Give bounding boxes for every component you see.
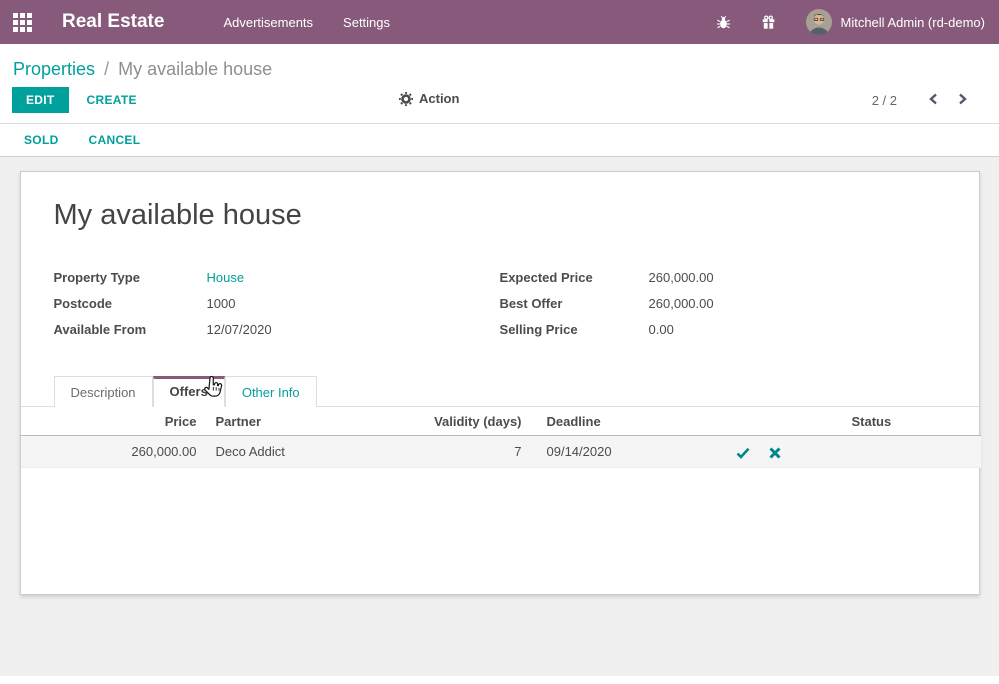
header-validity[interactable]: Validity (days) bbox=[366, 407, 536, 436]
best-offer-value: 260,000.00 bbox=[649, 296, 714, 311]
header-status[interactable]: Status bbox=[831, 407, 981, 436]
breadcrumb: Properties / My available house bbox=[0, 44, 999, 87]
offers-table-header: Price Partner Validity (days) Deadline S… bbox=[21, 407, 981, 436]
offer-partner[interactable]: Deco Addict bbox=[211, 436, 366, 468]
app-title[interactable]: Real Estate bbox=[62, 11, 164, 33]
best-offer-label: Best Offer bbox=[500, 296, 649, 311]
available-from-label: Available From bbox=[54, 322, 207, 337]
apps-grid-icon[interactable] bbox=[13, 13, 32, 32]
create-button[interactable]: CREATE bbox=[87, 93, 137, 107]
offer-validity[interactable]: 7 bbox=[366, 436, 536, 468]
action-menu-label: Action bbox=[419, 91, 459, 106]
pager-next-button[interactable] bbox=[948, 92, 977, 109]
offer-row[interactable]: 260,000.00 Deco Addict 7 09/14/2020 bbox=[21, 436, 981, 468]
gear-icon bbox=[399, 92, 413, 106]
tab-description[interactable]: Description bbox=[54, 376, 153, 407]
pager-count: 2 / 2 bbox=[872, 93, 897, 108]
cancel-button[interactable]: CANCEL bbox=[89, 133, 141, 147]
tab-other-info[interactable]: Other Info bbox=[225, 376, 317, 407]
property-type-value[interactable]: House bbox=[207, 270, 245, 285]
offer-actions bbox=[721, 436, 831, 468]
form-sheet: My available house Property Type House P… bbox=[20, 171, 980, 595]
refuse-offer-x-icon[interactable] bbox=[768, 446, 782, 460]
available-from-value: 12/07/2020 bbox=[207, 322, 272, 337]
bug-debug-icon[interactable] bbox=[716, 15, 731, 30]
breadcrumb-separator: / bbox=[100, 59, 113, 79]
pager-previous-button[interactable] bbox=[919, 92, 948, 109]
header-partner[interactable]: Partner bbox=[211, 407, 366, 436]
selling-price-label: Selling Price bbox=[500, 322, 649, 337]
offers-table: Price Partner Validity (days) Deadline S… bbox=[21, 407, 981, 468]
offer-price[interactable]: 260,000.00 bbox=[21, 436, 211, 468]
form-view-background: My available house Property Type House P… bbox=[0, 157, 999, 676]
edit-button[interactable]: EDIT bbox=[12, 87, 69, 113]
offer-status bbox=[831, 436, 981, 468]
chevron-left-icon bbox=[927, 92, 940, 106]
expected-price-label: Expected Price bbox=[500, 270, 649, 285]
tab-bar: Description Offers Other Info bbox=[21, 376, 979, 407]
gift-icon[interactable] bbox=[761, 15, 776, 30]
header-price[interactable]: Price bbox=[21, 407, 211, 436]
user-avatar[interactable] bbox=[806, 9, 832, 35]
expected-price-value: 260,000.00 bbox=[649, 270, 714, 285]
header-actions bbox=[721, 407, 831, 436]
tab-offers[interactable]: Offers bbox=[153, 376, 225, 407]
property-type-label: Property Type bbox=[54, 270, 207, 285]
property-title: My available house bbox=[54, 199, 946, 232]
breadcrumb-current: My available house bbox=[118, 59, 272, 79]
menu-advertisements[interactable]: Advertisements bbox=[208, 2, 328, 43]
offer-deadline[interactable]: 09/14/2020 bbox=[536, 436, 721, 468]
postcode-value: 1000 bbox=[207, 296, 236, 311]
chevron-right-icon bbox=[956, 92, 969, 106]
pager: 2 / 2 bbox=[872, 92, 977, 109]
breadcrumb-properties[interactable]: Properties bbox=[13, 59, 95, 79]
field-groups: Property Type House Postcode 1000 Availa… bbox=[21, 270, 979, 348]
selling-price-value: 0.00 bbox=[649, 322, 674, 337]
action-menu-button[interactable]: Action bbox=[399, 91, 459, 106]
top-navbar: Real Estate Advertisements Settings bbox=[0, 0, 999, 44]
postcode-label: Postcode bbox=[54, 296, 207, 311]
menu-settings[interactable]: Settings bbox=[328, 2, 405, 43]
header-deadline[interactable]: Deadline bbox=[536, 407, 721, 436]
form-statusbar: SOLD CANCEL bbox=[0, 124, 999, 157]
accept-offer-check-icon[interactable] bbox=[736, 446, 750, 460]
sold-button[interactable]: SOLD bbox=[24, 133, 59, 147]
control-panel: Properties / My available house EDIT CRE… bbox=[0, 44, 999, 124]
notebook: Description Offers Other Info Price Part… bbox=[21, 376, 979, 468]
user-menu[interactable]: Mitchell Admin (rd-demo) bbox=[841, 15, 986, 30]
